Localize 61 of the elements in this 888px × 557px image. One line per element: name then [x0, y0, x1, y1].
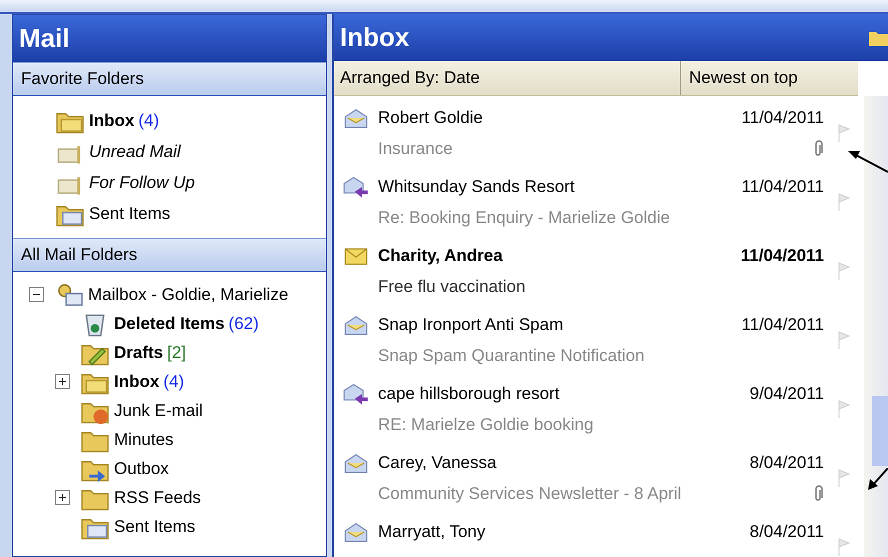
folder-name[interactable]: Sent Items: [114, 516, 196, 536]
pane-title: Mail: [13, 15, 326, 62]
open-envelope-icon: [343, 521, 369, 543]
section-header[interactable]: All Mail Folders: [13, 238, 326, 272]
folder-name[interactable]: Drafts: [114, 342, 164, 362]
folder-name[interactable]: Mailbox - Goldie, Marielize: [88, 284, 288, 304]
message-subject: Snap Spam Quarantine Notification: [378, 346, 646, 366]
message-subject: Re: Booking Enquiry - Marielize Goldie: [378, 208, 671, 228]
folder-name[interactable]: Inbox: [89, 110, 134, 130]
open-envelope-icon: [343, 452, 369, 474]
flag-icon[interactable]: [836, 537, 852, 557]
folder-name[interactable]: Deleted Items: [114, 314, 225, 334]
folder-name[interactable]: Outbox: [114, 458, 169, 478]
message-subject: Free flu vaccination: [378, 277, 526, 297]
message-date: 11/04/2011: [741, 177, 824, 197]
unread-count: [2]: [167, 342, 186, 362]
message-sender[interactable]: Marryatt, Tony: [378, 522, 750, 542]
folder-name[interactable]: RSS Feeds: [114, 488, 201, 508]
message-sender[interactable]: Charity, Andrea: [378, 246, 741, 266]
collapse-icon[interactable]: [29, 287, 44, 302]
message-date: 8/04/2011: [750, 522, 824, 542]
folder-name[interactable]: Junk E-mail: [114, 400, 203, 420]
folder-name[interactable]: Sent Items: [89, 204, 170, 224]
message-date: 8/04/2011: [750, 453, 824, 473]
message-date: 11/04/2011: [740, 246, 824, 266]
message-sender[interactable]: Snap Ironport Anti Spam: [378, 315, 742, 335]
message-sender[interactable]: cape hillsborough resort: [378, 384, 750, 404]
flag-icon[interactable]: [836, 399, 852, 419]
message-subject: Community Services Newsletter - 8 April: [378, 484, 682, 504]
message-date: 11/04/2011: [741, 108, 824, 128]
message-subject: Insurance: [378, 139, 454, 159]
folder-name[interactable]: Unread Mail: [89, 142, 181, 162]
replied-envelope-icon: [343, 383, 369, 405]
message-subject: RE: Marielze Goldie booking: [378, 415, 594, 435]
message-sender[interactable]: Robert Goldie: [378, 108, 742, 128]
scrollbar-thumb[interactable]: [872, 396, 888, 466]
replied-envelope-icon: [343, 176, 369, 198]
expand-icon[interactable]: [55, 490, 70, 505]
flag-icon[interactable]: [836, 330, 852, 350]
open-envelope-icon: [343, 314, 369, 336]
arrow-drawing: [866, 468, 888, 492]
flag-icon[interactable]: [836, 468, 852, 488]
folder-name[interactable]: Inbox: [114, 372, 160, 392]
section-header[interactable]: Favorite Folders: [13, 62, 326, 96]
expand-icon[interactable]: [55, 374, 70, 389]
message-date: 9/04/2011: [750, 384, 824, 404]
open-envelope-icon: [343, 107, 369, 129]
message-sender[interactable]: Carey, Vanessa: [378, 453, 750, 473]
flag-icon[interactable]: [836, 192, 852, 212]
message-sender[interactable]: Whitsunday Sands Resort: [378, 177, 742, 197]
flag-icon[interactable]: [836, 261, 852, 281]
arrange-by-header[interactable]: Arranged By: Date: [334, 61, 681, 95]
pane-title: Inbox: [340, 22, 410, 53]
folder-name[interactable]: Minutes: [114, 430, 174, 450]
unread-count: (4): [163, 372, 184, 392]
message-date: 11/04/2011: [741, 315, 824, 335]
folder-name[interactable]: For Follow Up: [89, 172, 195, 192]
unread-count: (4): [138, 110, 160, 130]
unread-count: (62): [228, 314, 259, 334]
sort-order-header[interactable]: Newest on top: [681, 61, 798, 95]
flag-icon[interactable]: [836, 123, 852, 143]
